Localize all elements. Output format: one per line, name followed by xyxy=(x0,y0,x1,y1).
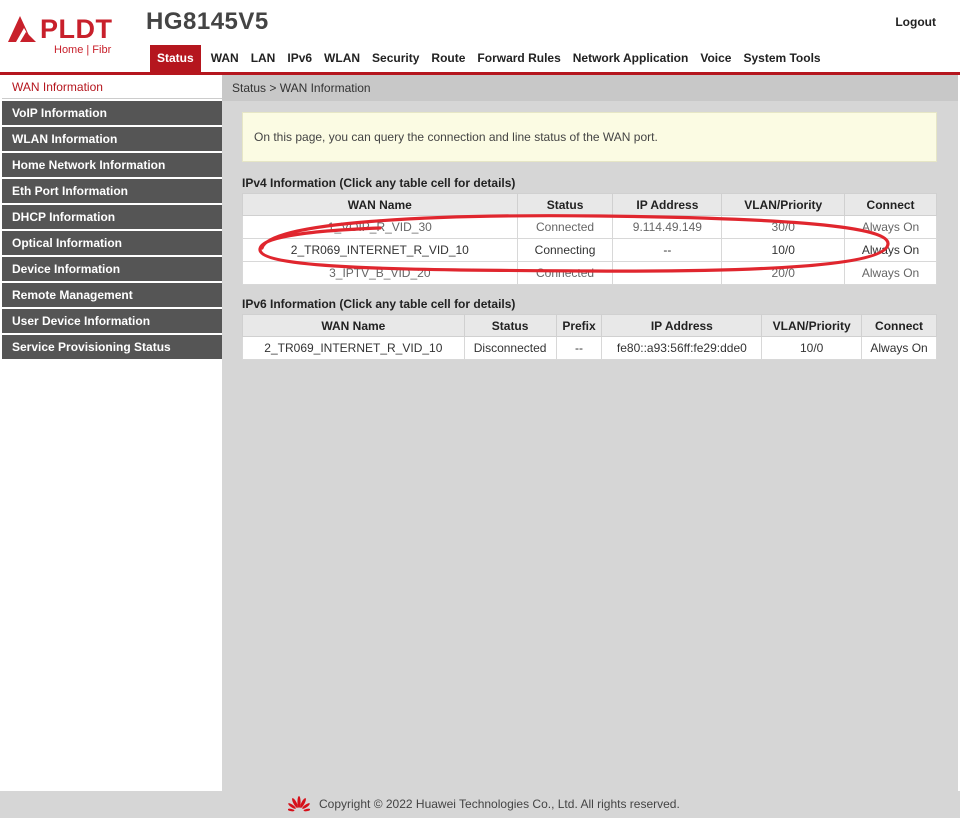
column-header: Connect xyxy=(844,193,937,216)
table-cell[interactable]: 10/0 xyxy=(721,238,846,262)
sidebar: WAN Information VoIP Information WLAN In… xyxy=(2,75,222,791)
table-cell[interactable]: Connected xyxy=(516,261,614,285)
column-header: Status xyxy=(463,314,557,337)
column-header: WAN Name xyxy=(242,314,465,337)
logo-subtitle: Home | Fibr xyxy=(54,44,112,56)
nav-wan[interactable]: WAN xyxy=(205,51,245,72)
main-content: Status > WAN Information On this page, y… xyxy=(222,75,958,791)
table-cell[interactable]: -- xyxy=(612,238,723,262)
column-header: VLAN/Priority xyxy=(761,314,863,337)
logo-text: PLDT xyxy=(40,14,113,44)
table-cell[interactable]: Disconnected xyxy=(463,336,557,360)
top-nav: Status WAN LAN IPv6 WLAN Security Route … xyxy=(150,45,827,72)
column-header: Status xyxy=(516,193,614,216)
table-row[interactable]: 2_TR069_INTERNET_R_VID_10 Disconnected -… xyxy=(242,336,937,360)
column-header: Connect xyxy=(861,314,937,337)
sidebar-item-remote-management[interactable]: Remote Management xyxy=(2,283,222,307)
column-header: Prefix xyxy=(555,314,603,337)
page-notice: On this page, you can query the connecti… xyxy=(242,112,937,162)
ipv4-table: WAN Name Status IP Address VLAN/Priority… xyxy=(242,193,937,285)
nav-wlan[interactable]: WLAN xyxy=(318,51,366,72)
table-cell[interactable]: 30/0 xyxy=(721,215,846,239)
sidebar-item-home-network-information[interactable]: Home Network Information xyxy=(2,153,222,177)
nav-lan[interactable]: LAN xyxy=(245,51,282,72)
nav-voice[interactable]: Voice xyxy=(694,51,737,72)
device-model-title: HG8145V5 xyxy=(146,8,269,35)
table-cell[interactable]: Always On xyxy=(844,238,937,262)
table-cell[interactable]: 1_VOIP_R_VID_30 xyxy=(242,215,518,239)
nav-ipv6[interactable]: IPv6 xyxy=(281,51,318,72)
nav-network-application[interactable]: Network Application xyxy=(567,51,695,72)
sidebar-item-service-provisioning-status[interactable]: Service Provisioning Status xyxy=(2,335,222,359)
table-row[interactable]: 1_VOIP_R_VID_30 Connected 9.114.49.149 3… xyxy=(242,215,937,239)
sidebar-item-device-information[interactable]: Device Information xyxy=(2,257,222,281)
column-header: IP Address xyxy=(601,314,763,337)
table-cell[interactable]: 2_TR069_INTERNET_R_VID_10 xyxy=(242,336,465,360)
pldt-logo-mark-icon xyxy=(8,16,36,42)
table-cell[interactable]: 20/0 xyxy=(721,261,846,285)
column-header: VLAN/Priority xyxy=(721,193,846,216)
table-cell[interactable]: -- xyxy=(555,336,603,360)
table-cell[interactable]: 9.114.49.149 xyxy=(612,215,723,239)
table-row[interactable]: 3_IPTV_B_VID_20 Connected 20/0 Always On xyxy=(242,261,937,285)
table-cell[interactable]: 10/0 xyxy=(761,336,863,360)
sidebar-item-optical-information[interactable]: Optical Information xyxy=(2,231,222,255)
pldt-logo: PLDT Home | Fibr xyxy=(6,12,124,60)
table-header-row: WAN Name Status IP Address VLAN/Priority… xyxy=(242,193,937,216)
footer: Copyright © 2022 Huawei Technologies Co.… xyxy=(0,791,960,818)
table-cell[interactable]: Connecting xyxy=(516,238,614,262)
table-cell[interactable]: Always On xyxy=(844,261,937,285)
nav-route[interactable]: Route xyxy=(425,51,471,72)
ipv4-section-title: IPv4 Information (Click any table cell f… xyxy=(242,176,516,190)
column-header: WAN Name xyxy=(242,193,518,216)
ipv6-table: WAN Name Status Prefix IP Address VLAN/P… xyxy=(242,314,937,360)
table-cell[interactable]: 2_TR069_INTERNET_R_VID_10 xyxy=(242,238,518,262)
table-cell[interactable]: fe80::a93:56ff:fe29:dde0 xyxy=(601,336,763,360)
table-header-row: WAN Name Status Prefix IP Address VLAN/P… xyxy=(242,314,937,337)
sidebar-item-user-device-information[interactable]: User Device Information xyxy=(2,309,222,333)
logout-link[interactable]: Logout xyxy=(895,15,936,29)
table-cell[interactable]: Always On xyxy=(861,336,937,360)
table-cell[interactable]: 3_IPTV_B_VID_20 xyxy=(242,261,518,285)
table-row[interactable]: 2_TR069_INTERNET_R_VID_10 Connecting -- … xyxy=(242,238,937,262)
breadcrumb: Status > WAN Information xyxy=(222,75,958,101)
sidebar-item-wlan-information[interactable]: WLAN Information xyxy=(2,127,222,151)
nav-system-tools[interactable]: System Tools xyxy=(737,51,826,72)
sidebar-item-voip-information[interactable]: VoIP Information xyxy=(2,101,222,125)
column-header: IP Address xyxy=(612,193,723,216)
table-cell[interactable]: Always On xyxy=(844,215,937,239)
table-cell[interactable]: Connected xyxy=(516,215,614,239)
table-cell[interactable] xyxy=(612,261,723,285)
nav-security[interactable]: Security xyxy=(366,51,425,72)
huawei-logo-icon xyxy=(288,796,310,812)
sidebar-item-dhcp-information[interactable]: DHCP Information xyxy=(2,205,222,229)
header: PLDT Home | Fibr HG8145V5 Logout Status … xyxy=(0,0,960,72)
copyright-text: Copyright © 2022 Huawei Technologies Co.… xyxy=(319,797,680,811)
nav-forward-rules[interactable]: Forward Rules xyxy=(471,51,566,72)
nav-status[interactable]: Status xyxy=(150,45,201,72)
sidebar-item-eth-port-information[interactable]: Eth Port Information xyxy=(2,179,222,203)
sidebar-item-wan-information[interactable]: WAN Information xyxy=(2,75,222,99)
ipv6-section-title: IPv6 Information (Click any table cell f… xyxy=(242,297,516,311)
